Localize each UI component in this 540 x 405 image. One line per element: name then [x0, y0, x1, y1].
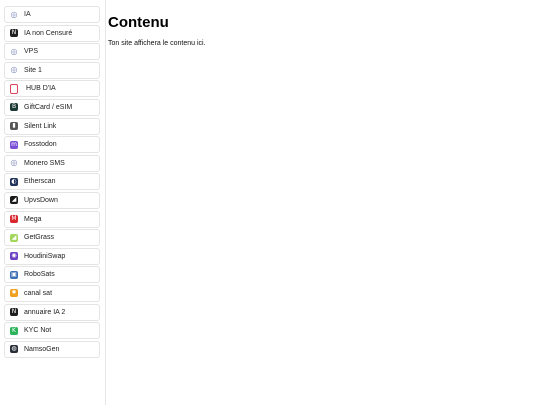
sidebar-item-label: Site 1 — [24, 66, 42, 74]
sidebar-item[interactable]: ◎ IA — [4, 6, 100, 23]
page-title: Contenu — [108, 14, 169, 31]
sidebar-item[interactable]: ◎ VPS — [4, 43, 100, 61]
letter-b-icon: B — [10, 103, 18, 112]
sidebar-item-label: IA — [24, 11, 31, 18]
sidebar-item-label: Silent Link — [24, 122, 57, 130]
letter-k-icon: K — [10, 326, 18, 335]
sidebar-item[interactable]: ◍ NamsoGen — [4, 340, 100, 358]
sidebar-item[interactable]: ✸ canal sat — [4, 284, 100, 302]
content-area: Contenu Ton site affichera le contenu ic… — [106, 0, 540, 405]
sidebar-item[interactable]: K KYC Not — [4, 322, 100, 340]
sidebar-item-label: Monero SMS — [24, 159, 65, 167]
app-window: ◎ IA N IA non Censuré ◎ VPS ◎ Site 1 HUB D'IA B Gi… — [0, 0, 540, 405]
sidebar-item[interactable]: N IA non Censuré — [4, 24, 100, 42]
mastodon-icon: m — [10, 140, 18, 149]
mega-icon: M — [10, 215, 18, 224]
sidebar-item[interactable]: ◢ GetGrass — [4, 229, 100, 247]
sidebar: ◎ IA N IA non Censuré ◎ VPS ◎ Site 1 HUB D'IA B Gi… — [0, 0, 106, 405]
updown-icon: ◢ — [10, 196, 18, 205]
sidebar-item[interactable]: ◉ HoudiniSwap — [4, 247, 100, 265]
sidebar-item[interactable]: ◎ Site 1 — [4, 61, 100, 79]
globe-icon: ◎ — [10, 47, 18, 56]
globe-icon: ◎ — [10, 66, 18, 75]
sidebar-item[interactable]: HUB D'IA — [4, 80, 100, 98]
letter-n-icon: N — [10, 29, 18, 38]
sidebar-item[interactable]: ▮ Silent Link — [4, 117, 100, 135]
etherscan-icon: ◐ — [10, 177, 18, 186]
sidebar-item[interactable]: Nannuaire IA 2 — [4, 303, 100, 321]
sidebar-item-label: RoboSats — [24, 271, 55, 279]
sidebar-item[interactable]: B GiftCard / eSIM — [4, 98, 100, 116]
phone-icon: ▮ — [10, 122, 18, 131]
houdini-icon: ◉ — [10, 252, 18, 261]
bookmark-icon — [10, 83, 18, 94]
sidebar-item-label: annuaire IA 2 — [24, 308, 66, 316]
sidebar-item-label: KYC Not — [24, 327, 52, 335]
sidebar-item-label: GetGrass — [24, 234, 54, 242]
content-text: Ton site affichera le contenu ici. — [108, 40, 206, 47]
sidebar-item-label: HoudiniSwap — [24, 252, 66, 260]
sidebar-item[interactable]: ▣ RoboSats — [4, 266, 100, 284]
sidebar-item-label: Fosstodon — [24, 141, 57, 149]
sidebar-item[interactable]: ◢ UpvsDown — [4, 191, 100, 209]
sidebar-item-label: IA non Censuré — [24, 29, 73, 37]
sidebar-item[interactable]: M Mega — [4, 210, 100, 228]
sidebar-item[interactable]: m Fosstodon — [4, 136, 100, 154]
globe-icon: ◎ — [10, 159, 18, 168]
sidebar-item-label: Mega — [24, 215, 42, 223]
sidebar-item[interactable]: ◐ Etherscan — [4, 173, 100, 191]
sidebar-item-label: UpvsDown — [24, 196, 58, 204]
grass-icon: ◢ — [10, 233, 18, 242]
sidebar-item-label: NamsoGen — [24, 345, 60, 353]
sidebar-item-label: Etherscan — [24, 178, 56, 186]
sidebar-item-label: VPS — [24, 48, 39, 56]
namsogen-icon: ◍ — [10, 345, 18, 354]
sidebar-item-label: canal sat — [24, 289, 53, 297]
sidebar-item-label: HUB D'IA — [26, 85, 56, 93]
robot-icon: ▣ — [10, 270, 18, 279]
letter-n-icon: N — [10, 308, 18, 316]
sidebar-item-label: GiftCard / eSIM — [24, 103, 73, 111]
sidebar-item[interactable]: ◎ Monero SMS — [4, 154, 100, 172]
globe-icon: ◎ — [10, 10, 18, 19]
star-icon: ✸ — [10, 289, 18, 298]
